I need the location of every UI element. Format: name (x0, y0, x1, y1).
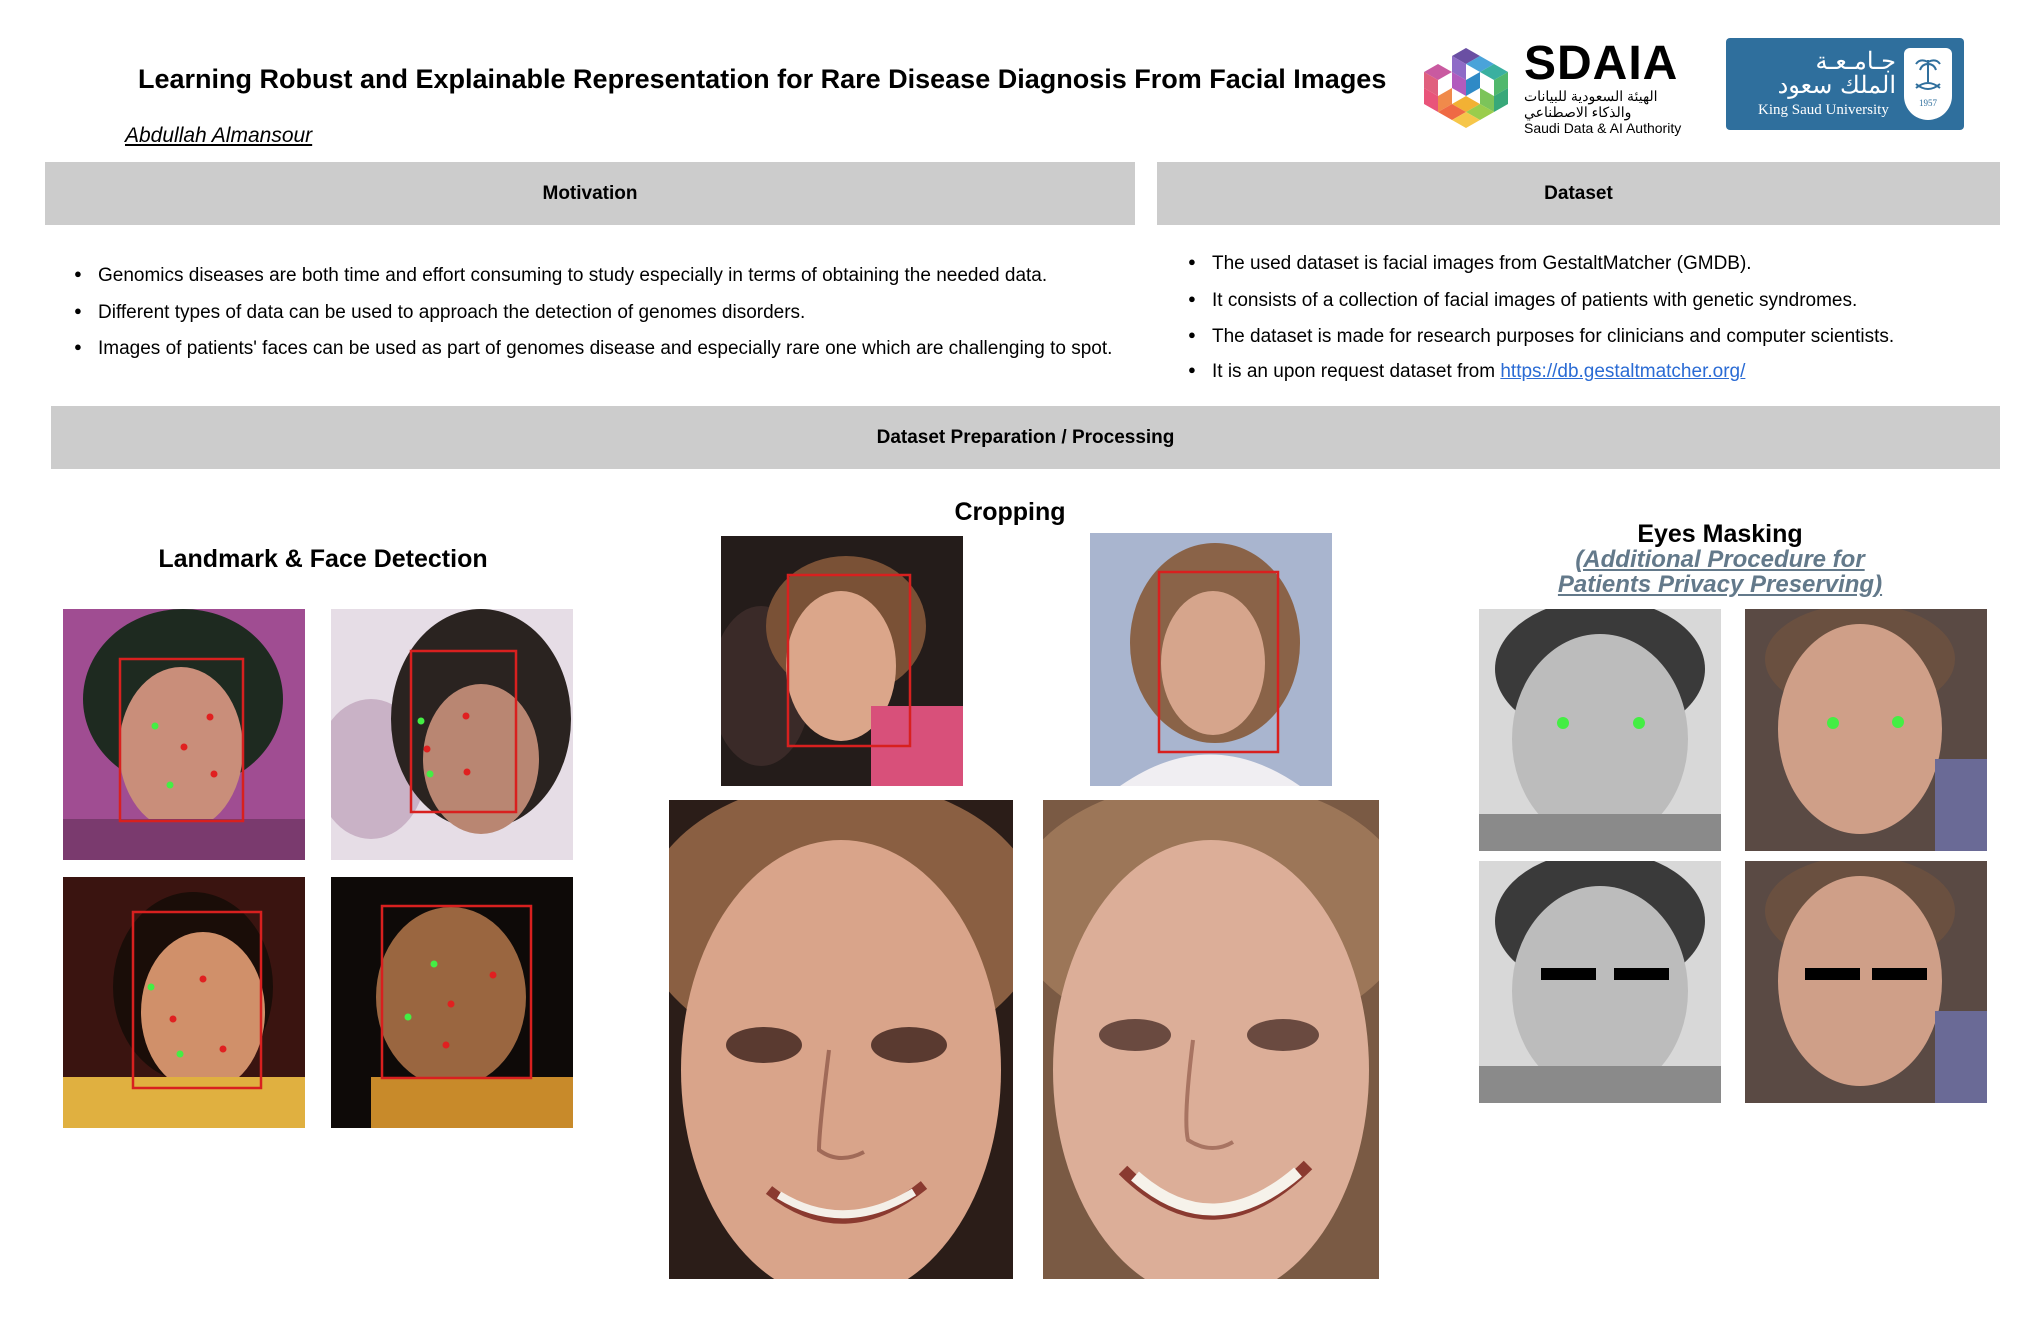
ksu-logo: جـامـعـة الملك سعود King Saud University… (1726, 38, 1964, 130)
list-item: It is an upon request dataset from https… (1188, 361, 1988, 383)
list-item: Images of patients' faces can be used as… (74, 338, 1134, 360)
dataset-list: The used dataset is facial images from G… (1188, 253, 1988, 383)
landmark-photo-3 (63, 877, 305, 1128)
eyes-masking-subtitle-line1: (Additional Procedure for (1575, 546, 1865, 573)
eyes-masking-title: Eyes Masking (1637, 520, 1803, 548)
sdaia-cube-icon (1424, 48, 1508, 128)
gestaltmatcher-link[interactable]: https://db.gestaltmatcher.org/ (1500, 361, 1745, 382)
palm-swords-icon (1915, 59, 1941, 90)
preparation-header: Dataset Preparation / Processing (51, 406, 2000, 469)
cropped-face-1 (669, 800, 1013, 1279)
landmark-photo-4 (331, 877, 573, 1128)
dataset-header: Dataset (1157, 162, 2000, 225)
landmark-title: Landmark & Face Detection (158, 545, 488, 573)
cropped-face-2 (1043, 800, 1379, 1279)
landmark-photo-2 (331, 609, 573, 860)
motivation-list: Genomics diseases are both time and effo… (74, 265, 1134, 360)
eyes-masked-photo-1 (1479, 861, 1721, 1103)
list-item: The used dataset is facial images from G… (1188, 253, 1988, 290)
motivation-header: Motivation (45, 162, 1135, 225)
list-item: It consists of a collection of facial im… (1188, 290, 1988, 326)
ksu-emblem: 1957 (1904, 48, 1952, 120)
eyes-masking-subtitle-line2: Patients Privacy Preserving) (1557, 571, 1883, 598)
sdaia-english-name: Saudi Data & AI Authority (1524, 120, 1682, 136)
poster-title: Learning Robust and Explainable Represen… (138, 64, 1387, 94)
ksu-arabic-line2: الملك سعود (1777, 71, 1896, 99)
sdaia-arabic-line1: الهيئة السعودية للبيانات (1524, 88, 1658, 104)
landmark-photo-1 (63, 609, 305, 860)
eyes-landmark-photo-1 (1479, 609, 1721, 851)
list-item: Genomics diseases are both time and effo… (74, 265, 1134, 302)
sdaia-arabic-line2: والذكاء الاصطناعي (1524, 104, 1632, 120)
list-item: The dataset is made for research purpose… (1188, 326, 1988, 361)
ksu-english-name: King Saud University (1758, 102, 1889, 118)
author-name: Abdullah Almansour (125, 124, 313, 147)
eyes-landmark-photo-2 (1745, 609, 1987, 851)
cropping-source-photo-2 (1090, 533, 1332, 786)
cropping-title: Cropping (954, 498, 1066, 526)
dataset-request-text: It is an upon request dataset from (1212, 361, 1501, 382)
ksu-year: 1957 (1919, 98, 1937, 108)
cropping-source-photo-1 (721, 536, 963, 786)
sdaia-logo: SDAIA الهيئة السعودية للبيانات والذكاء ا… (1420, 40, 1695, 140)
sdaia-wordmark: SDAIA (1524, 37, 1679, 90)
list-item: Different types of data can be used to a… (74, 302, 1134, 338)
eyes-masked-photo-2 (1745, 861, 1987, 1103)
